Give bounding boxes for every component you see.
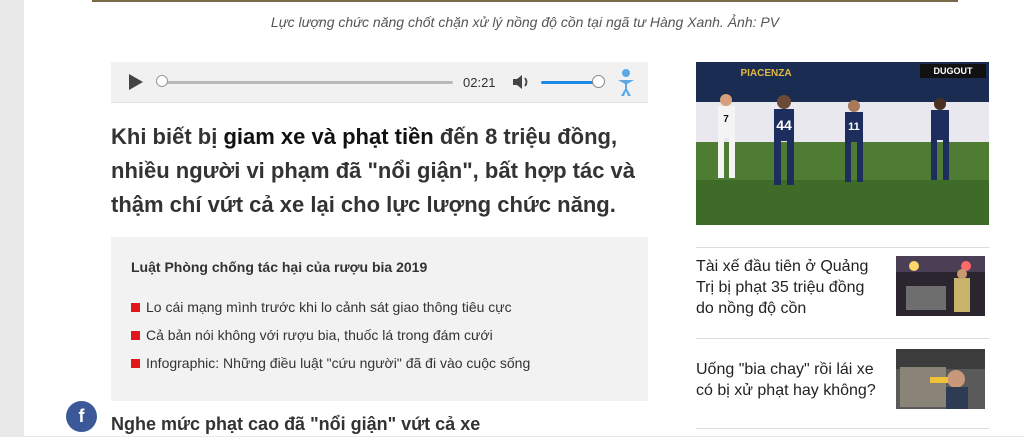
photo-bottom-edge xyxy=(92,0,958,2)
play-icon[interactable] xyxy=(129,74,143,90)
breathalyzer-test-thumbnail xyxy=(896,349,985,409)
scoreboard-text: DUGOUT xyxy=(934,66,973,76)
sidebar-news-thumbnail[interactable] xyxy=(896,256,985,316)
football-photo-illustration: DUGOUT PIACENZA 7 44 11 xyxy=(696,62,989,225)
related-item-link[interactable]: Infographic: Những điều luật "cứu người"… xyxy=(146,355,530,371)
audio-player: 02:21 xyxy=(111,62,648,103)
related-item[interactable]: Cả bản nói không với rượu bia, thuốc lá … xyxy=(131,327,530,355)
sidebar-news-item[interactable]: Uống "bia chay" rồi lái xe có bị xử phạt… xyxy=(696,338,989,419)
player-number: 11 xyxy=(848,121,860,133)
related-item[interactable]: Infographic: Những điều luật "cứu người"… xyxy=(131,355,530,383)
red-square-bullet-icon xyxy=(131,331,140,340)
photo-caption: Lực lượng chức năng chốt chặn xử lý nồng… xyxy=(270,14,780,30)
red-square-bullet-icon xyxy=(131,359,140,368)
related-item[interactable]: Lo cái mạng mình trước khi lo cảnh sát g… xyxy=(131,299,530,327)
volume-handle[interactable] xyxy=(592,75,605,88)
related-articles-box: Luật Phòng chống tác hại của rượu bia 20… xyxy=(111,237,648,401)
player-number: 7 xyxy=(723,114,729,125)
facebook-share-button[interactable]: f xyxy=(66,401,97,432)
related-item-link[interactable]: Cả bản nói không với rượu bia, thuốc lá … xyxy=(146,327,493,343)
player-number: 44 xyxy=(776,117,792,133)
related-list: Lo cái mạng mình trước khi lo cảnh sát g… xyxy=(131,299,530,383)
audio-duration: 02:21 xyxy=(463,75,496,90)
sidebar-news-title[interactable]: Tài xế đầu tiên ở Quảng Trị bị phạt 35 t… xyxy=(696,256,886,319)
sidebar-news-thumbnail[interactable] xyxy=(896,349,985,409)
volume-icon[interactable] xyxy=(511,73,531,91)
related-item-link[interactable]: Lo cái mạng mình trước khi lo cảnh sát g… xyxy=(146,299,512,315)
related-box-title[interactable]: Luật Phòng chống tác hại của rượu bia 20… xyxy=(131,259,427,275)
police-checkpoint-thumbnail xyxy=(896,256,985,316)
lead-highlight-link[interactable]: giam xe và phạt tiền xyxy=(223,124,433,149)
seek-bar[interactable] xyxy=(156,81,453,84)
seek-handle[interactable] xyxy=(156,75,168,87)
article-subheading: Nghe mức phạt cao đã "nổi giận" vứt cả x… xyxy=(111,414,481,434)
sidebar-news-title[interactable]: Uống "bia chay" rồi lái xe có bị xử phạt… xyxy=(696,359,886,401)
red-square-bullet-icon xyxy=(131,303,140,312)
stadium-banner-text: PIACENZA xyxy=(740,68,791,79)
lead-text-start: Khi biết bị xyxy=(111,124,224,149)
sidebar-hero-image[interactable]: DUGOUT PIACENZA 7 44 11 xyxy=(696,62,989,225)
sidebar-news-item[interactable]: Tài xế đầu tiên ở Quảng Trị bị phạt 35 t… xyxy=(696,247,989,324)
article-lead: Khi biết bị giam xe và phạt tiền đến 8 t… xyxy=(111,120,651,222)
accessibility-person-icon[interactable] xyxy=(616,68,636,98)
